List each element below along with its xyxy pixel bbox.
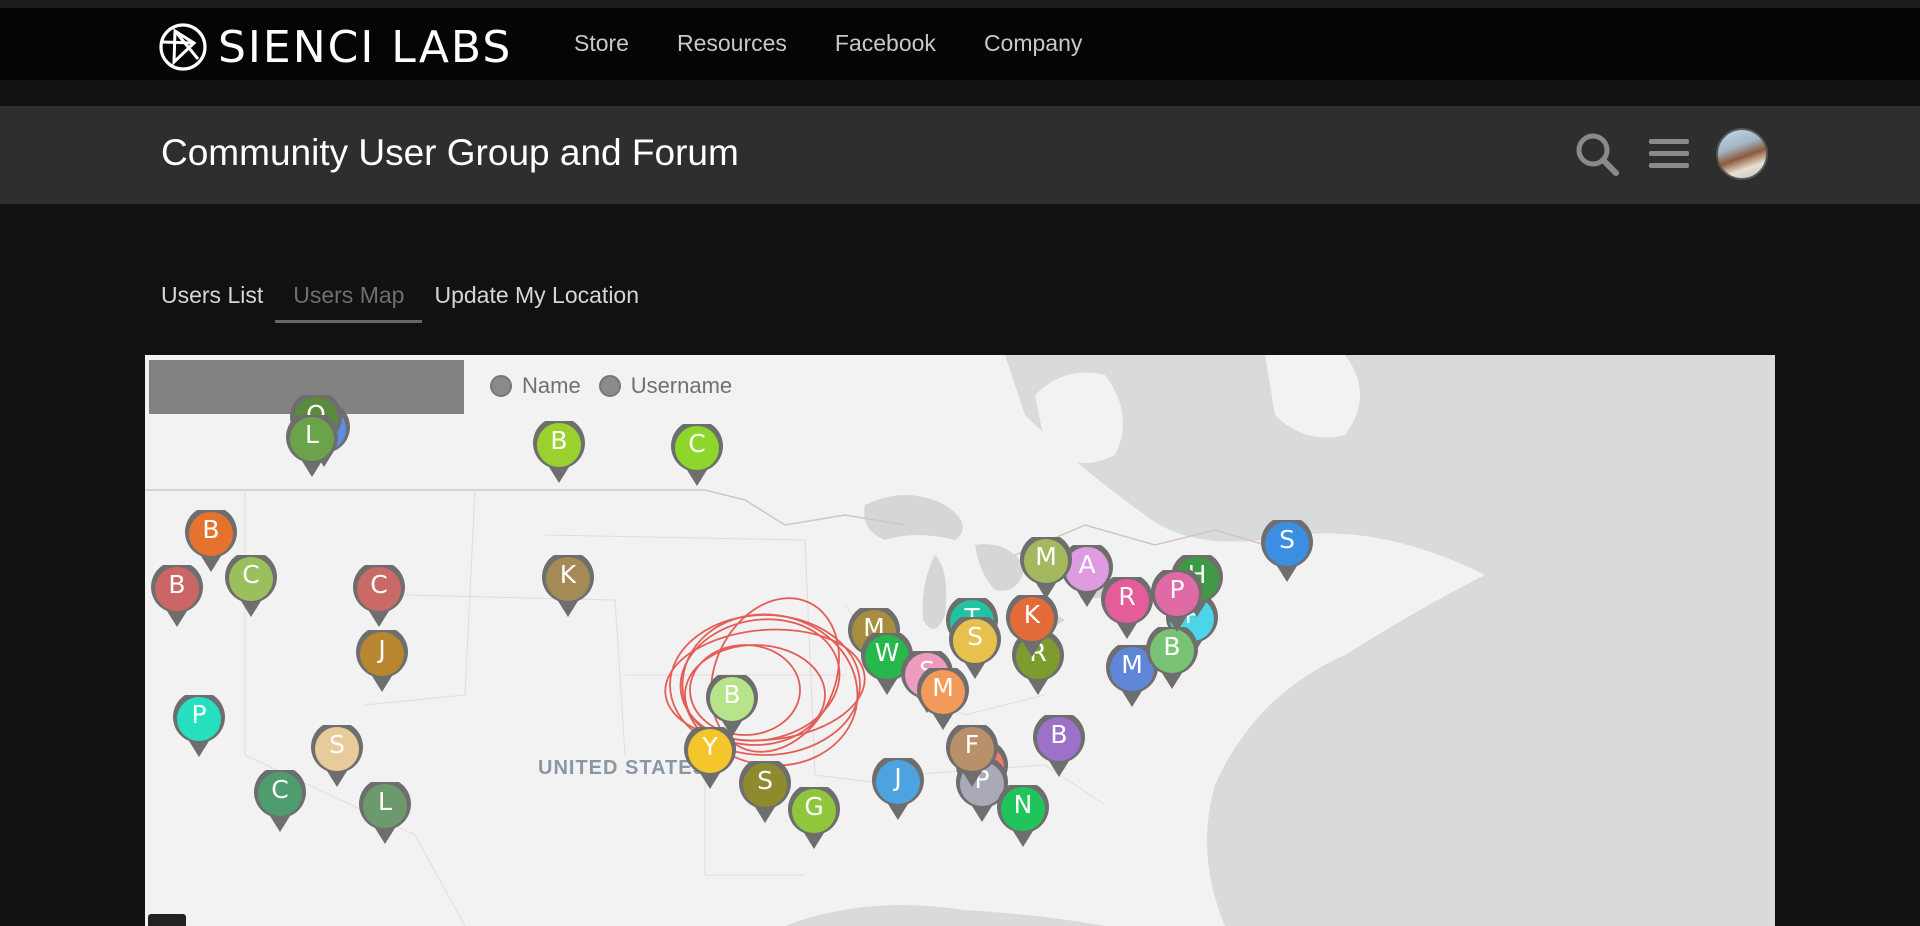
user-map-marker[interactable]: S [738,761,792,825]
user-map-marker[interactable]: C [670,424,724,488]
tab-users-list[interactable]: Users List [161,282,263,323]
nav-link-resources[interactable]: Resources [677,30,787,57]
users-map[interactable]: UNITED STATES Name Username GBCBCBCKJPSC… [145,355,1775,926]
user-map-marker[interactable]: C [253,770,307,834]
user-map-marker[interactable]: J [871,758,925,822]
search-button[interactable] [1572,129,1622,179]
user-map-marker[interactable]: G [787,787,841,851]
marker-initial: S [329,730,345,759]
user-avatar[interactable] [1716,128,1768,180]
user-map-marker[interactable]: S [1260,520,1314,584]
user-map-marker[interactable]: L [285,415,339,479]
marker-initial: C [688,429,706,458]
site-nav-bar: SIENCI LABS Store Resources Facebook Com… [0,0,1920,80]
nav-link-store[interactable]: Store [574,30,629,57]
marker-initial: P [1169,575,1185,604]
map-country-label: UNITED STATES [538,757,707,779]
tab-users-map[interactable]: Users Map [275,282,423,323]
marker-initial: J [894,763,902,792]
hamburger-menu-button[interactable] [1644,129,1694,179]
user-map-marker[interactable]: B [532,421,586,485]
users-tabs: Users List Users Map Update My Location [161,282,639,323]
marker-initial: N [1013,790,1033,819]
marker-initial: J [378,635,386,664]
marker-initial: G [804,792,824,821]
user-map-marker[interactable]: S [948,617,1002,681]
marker-initial: F [964,730,980,759]
tab-update-my-location[interactable]: Update My Location [434,282,639,323]
radio-username[interactable] [598,375,621,397]
forum-header: Community User Group and Forum [0,106,1920,204]
marker-initial: B [168,570,186,599]
user-map-marker[interactable]: M [1019,537,1073,601]
marker-initial: P [191,700,207,729]
user-map-marker[interactable]: P [1150,570,1204,634]
marker-initial: L [305,420,319,449]
user-map-marker[interactable]: N [996,785,1050,849]
user-map-marker[interactable]: L [358,782,412,846]
marker-initial: K [1023,600,1041,629]
marker-initial: C [370,570,388,599]
radio-name[interactable] [490,375,512,397]
radio-username-label: Username [630,373,733,398]
user-map-marker[interactable]: C [224,555,278,619]
user-map-marker[interactable]: K [541,555,595,619]
marker-initial: B [1163,632,1181,661]
marker-initial: C [242,560,260,589]
user-map-marker[interactable]: C [352,565,406,629]
top-navigation: Store Resources Facebook Company [574,30,1082,57]
fullscreen-button[interactable] [148,914,186,926]
nav-link-company[interactable]: Company [984,30,1082,57]
user-map-marker[interactable]: K [1005,595,1059,659]
marker-initial: B [202,515,220,544]
marker-initial: R [1118,582,1136,611]
marker-initial: B [1050,720,1068,749]
marker-initial: L [378,787,392,816]
user-map-marker[interactable]: J [355,630,409,694]
marker-initial: S [967,622,983,651]
forum-title[interactable]: Community User Group and Forum [161,132,739,174]
marker-initial: B [550,426,568,455]
sienci-logo-icon [159,23,207,71]
radio-name-label: Name [522,373,581,398]
user-map-marker[interactable]: B [1145,627,1199,691]
user-map-marker[interactable]: B [705,675,759,739]
marker-initial: K [559,560,577,589]
nav-link-facebook[interactable]: Facebook [835,30,936,57]
user-map-marker[interactable]: S [310,725,364,789]
marker-initial: C [271,775,289,804]
marker-initial: S [757,766,773,795]
marker-initial: M [1035,542,1057,571]
user-map-marker[interactable]: P [172,695,226,759]
hamburger-menu-icon [1649,139,1689,168]
marker-initial: B [723,680,741,709]
search-icon [1576,133,1619,176]
user-map-marker[interactable]: F [945,725,999,789]
brand-logo[interactable]: SIENCI LABS [158,18,512,76]
header-icons [1572,128,1768,180]
user-map-marker[interactable]: B [1032,715,1086,779]
brand-name: SIENCI LABS [218,21,513,73]
display-options: Name Username [490,373,740,399]
user-map-marker[interactable]: B [150,565,204,629]
marker-initial: S [1279,525,1295,554]
